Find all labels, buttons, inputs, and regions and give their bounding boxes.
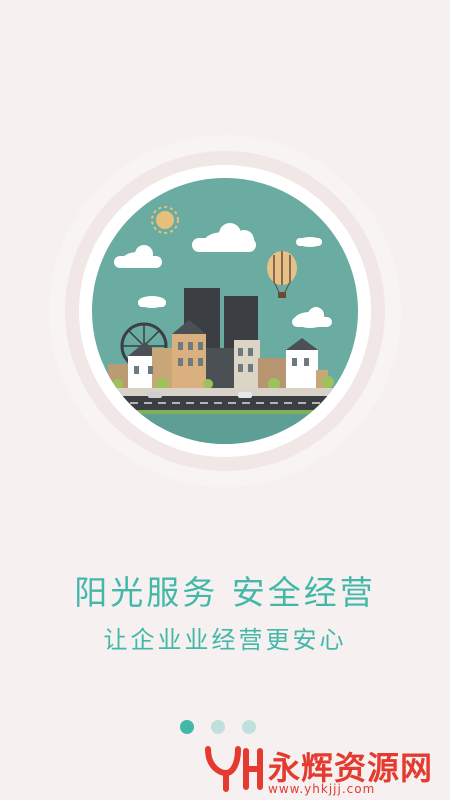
city-illustration [48, 134, 402, 488]
watermark-logo-icon [205, 746, 263, 792]
page-dot-3[interactable] [242, 720, 256, 734]
page-indicator [180, 720, 256, 734]
page-dot-1[interactable] [180, 720, 194, 734]
subline: 让企业业经营更安心 [103, 626, 347, 654]
page-dot-2[interactable] [211, 720, 225, 734]
watermark-text: 永辉资源网 [268, 749, 434, 787]
watermark-url: www.yhkjjj.com [268, 782, 376, 796]
headline: 阳光服务 安全经营 [74, 573, 376, 612]
